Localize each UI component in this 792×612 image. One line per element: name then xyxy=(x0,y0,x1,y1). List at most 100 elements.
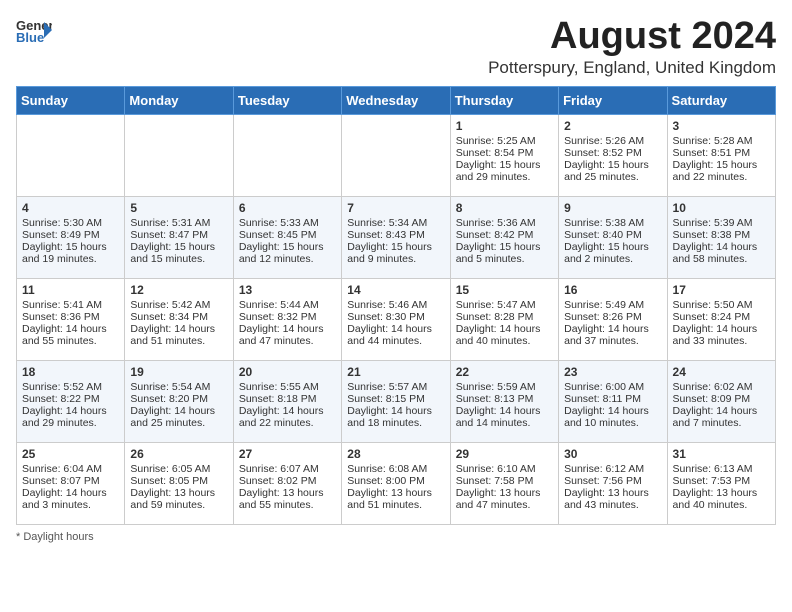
day-info: Sunrise: 6:12 AM xyxy=(564,463,661,475)
calendar-cell: 30 Sunrise: 6:12 AMSunset: 7:56 PMDayligh… xyxy=(559,442,667,524)
day-info: Sunset: 7:56 PM xyxy=(564,475,661,487)
day-info: Sunset: 8:47 PM xyxy=(130,229,227,241)
day-info: Sunrise: 5:57 AM xyxy=(347,381,444,393)
day-number: 27 xyxy=(239,447,336,461)
calendar-cell: 1Sunrise: 5:25 AMSunset: 8:54 PMDaylight… xyxy=(450,114,558,196)
day-info: Daylight: 14 hours and 33 minutes. xyxy=(673,323,770,347)
calendar-cell: 8 Sunrise: 5:36 AMSunset: 8:42 PMDaylight… xyxy=(450,196,558,278)
calendar-cell: 29Sunrise: 6:10 AMSunset: 7:58 PMDayligh… xyxy=(450,442,558,524)
day-info: Sunrise: 5:44 AM xyxy=(239,299,336,311)
day-info: Sunrise: 6:13 AM xyxy=(673,463,770,475)
day-info: Sunrise: 5:36 AM xyxy=(456,217,553,229)
day-number: 30 xyxy=(564,447,661,461)
day-info: Sunrise: 5:52 AM xyxy=(22,381,119,393)
day-number: 1 xyxy=(456,119,553,133)
day-number: 12 xyxy=(130,283,227,297)
day-info: Daylight: 15 hours and 19 minutes. xyxy=(22,241,119,265)
day-info: Sunrise: 6:05 AM xyxy=(130,463,227,475)
day-info: Daylight: 14 hours and 10 minutes. xyxy=(564,405,661,429)
day-info: Sunset: 8:30 PM xyxy=(347,311,444,323)
calendar-week-row: 18Sunrise: 5:52 AMSunset: 8:22 PMDayligh… xyxy=(17,360,776,442)
day-number: 3 xyxy=(673,119,770,133)
calendar-cell: 14 Sunrise: 5:46 AMSunset: 8:30 PMDayligh… xyxy=(342,278,450,360)
calendar-cell: 25Sunrise: 6:04 AMSunset: 8:07 PMDayligh… xyxy=(17,442,125,524)
day-info: Sunset: 8:42 PM xyxy=(456,229,553,241)
day-info: Daylight: 15 hours and 5 minutes. xyxy=(456,241,553,265)
calendar-cell: 2Sunrise: 5:26 AMSunset: 8:52 PMDaylight… xyxy=(559,114,667,196)
calendar-cell xyxy=(125,114,233,196)
day-info: Sunset: 8:05 PM xyxy=(130,475,227,487)
day-number: 6 xyxy=(239,201,336,215)
day-number: 25 xyxy=(22,447,119,461)
day-info: Sunrise: 5:38 AM xyxy=(564,217,661,229)
day-info: Sunset: 8:26 PM xyxy=(564,311,661,323)
day-number: 7 xyxy=(347,201,444,215)
day-info: Sunrise: 6:10 AM xyxy=(456,463,553,475)
calendar-cell: 26Sunrise: 6:05 AMSunset: 8:05 PMDayligh… xyxy=(125,442,233,524)
calendar-day-header: Thursday xyxy=(450,86,558,114)
calendar-cell: 22Sunrise: 5:59 AMSunset: 8:13 PMDayligh… xyxy=(450,360,558,442)
day-info: Daylight: 14 hours and 22 minutes. xyxy=(239,405,336,429)
day-info: Daylight: 14 hours and 51 minutes. xyxy=(130,323,227,347)
calendar-day-header: Wednesday xyxy=(342,86,450,114)
day-info: Sunrise: 5:26 AM xyxy=(564,135,661,147)
day-number: 23 xyxy=(564,365,661,379)
day-info: Sunset: 8:22 PM xyxy=(22,393,119,405)
day-info: Sunset: 8:36 PM xyxy=(22,311,119,323)
calendar-day-header: Friday xyxy=(559,86,667,114)
calendar-cell: 11 Sunrise: 5:41 AMSunset: 8:36 PMDayligh… xyxy=(17,278,125,360)
day-info: Daylight: 14 hours and 14 minutes. xyxy=(456,405,553,429)
day-number: 16 xyxy=(564,283,661,297)
calendar-week-row: 25Sunrise: 6:04 AMSunset: 8:07 PMDayligh… xyxy=(17,442,776,524)
calendar-cell: 27Sunrise: 6:07 AMSunset: 8:02 PMDayligh… xyxy=(233,442,341,524)
calendar-table: SundayMondayTuesdayWednesdayThursdayFrid… xyxy=(16,86,776,525)
calendar-cell: 15Sunrise: 5:47 AMSunset: 8:28 PMDayligh… xyxy=(450,278,558,360)
day-info: Sunset: 7:53 PM xyxy=(673,475,770,487)
day-info: Sunset: 8:52 PM xyxy=(564,147,661,159)
calendar-cell: 19Sunrise: 5:54 AMSunset: 8:20 PMDayligh… xyxy=(125,360,233,442)
day-info: Daylight: 14 hours and 3 minutes. xyxy=(22,487,119,511)
day-info: Sunset: 8:28 PM xyxy=(456,311,553,323)
day-number: 24 xyxy=(673,365,770,379)
day-info: Daylight: 13 hours and 55 minutes. xyxy=(239,487,336,511)
day-number: 29 xyxy=(456,447,553,461)
page-header: General Blue August 2024 Potterspury, En… xyxy=(16,16,776,78)
calendar-cell: 13Sunrise: 5:44 AMSunset: 8:32 PMDayligh… xyxy=(233,278,341,360)
day-info: Sunset: 8:09 PM xyxy=(673,393,770,405)
day-number: 14 xyxy=(347,283,444,297)
day-info: Sunrise: 5:31 AM xyxy=(130,217,227,229)
month-year-title: August 2024 xyxy=(488,16,776,58)
calendar-cell: 5Sunrise: 5:31 AMSunset: 8:47 PMDaylight… xyxy=(125,196,233,278)
day-info: Daylight: 14 hours and 55 minutes. xyxy=(22,323,119,347)
calendar-cell: 10Sunrise: 5:39 AMSunset: 8:38 PMDayligh… xyxy=(667,196,775,278)
day-info: Daylight: 13 hours and 40 minutes. xyxy=(673,487,770,511)
day-number: 8 xyxy=(456,201,553,215)
day-info: Sunrise: 5:41 AM xyxy=(22,299,119,311)
day-info: Daylight: 13 hours and 59 minutes. xyxy=(130,487,227,511)
day-info: Daylight: 15 hours and 2 minutes. xyxy=(564,241,661,265)
calendar-cell xyxy=(17,114,125,196)
day-info: Daylight: 13 hours and 47 minutes. xyxy=(456,487,553,511)
day-number: 15 xyxy=(456,283,553,297)
day-info: Sunset: 8:11 PM xyxy=(564,393,661,405)
day-info: Sunset: 8:54 PM xyxy=(456,147,553,159)
day-info: Sunset: 8:02 PM xyxy=(239,475,336,487)
calendar-cell: 23Sunrise: 6:00 AMSunset: 8:11 PMDayligh… xyxy=(559,360,667,442)
calendar-header-row: SundayMondayTuesdayWednesdayThursdayFrid… xyxy=(17,86,776,114)
day-info: Daylight: 13 hours and 43 minutes. xyxy=(564,487,661,511)
day-number: 17 xyxy=(673,283,770,297)
calendar-cell: 20Sunrise: 5:55 AMSunset: 8:18 PMDayligh… xyxy=(233,360,341,442)
day-info: Sunrise: 5:46 AM xyxy=(347,299,444,311)
day-info: Daylight: 14 hours and 44 minutes. xyxy=(347,323,444,347)
day-info: Sunset: 8:00 PM xyxy=(347,475,444,487)
day-info: Daylight: 14 hours and 58 minutes. xyxy=(673,241,770,265)
day-info: Sunrise: 5:42 AM xyxy=(130,299,227,311)
calendar-cell: 21Sunrise: 5:57 AMSunset: 8:15 PMDayligh… xyxy=(342,360,450,442)
day-info: Daylight: 15 hours and 15 minutes. xyxy=(130,241,227,265)
day-info: Sunset: 8:32 PM xyxy=(239,311,336,323)
day-info: Sunrise: 5:55 AM xyxy=(239,381,336,393)
day-number: 11 xyxy=(22,283,119,297)
calendar-day-header: Monday xyxy=(125,86,233,114)
day-info: Sunrise: 5:47 AM xyxy=(456,299,553,311)
calendar-cell: 9Sunrise: 5:38 AMSunset: 8:40 PMDaylight… xyxy=(559,196,667,278)
